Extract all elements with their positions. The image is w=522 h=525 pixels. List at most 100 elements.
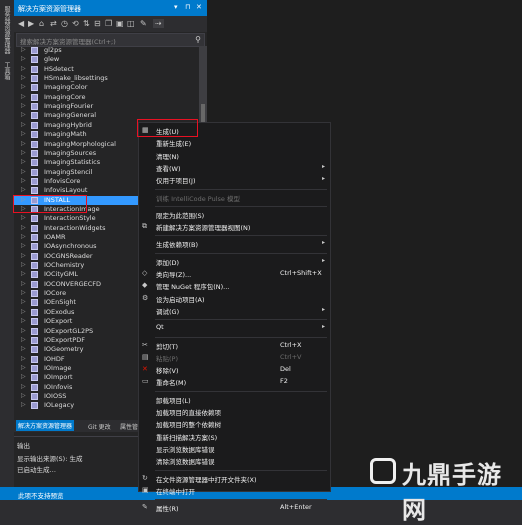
history-icon[interactable]: ◷ — [61, 19, 68, 28]
expand-arrow-icon[interactable]: ▷ — [21, 214, 26, 221]
expand-arrow-icon[interactable]: ▷ — [21, 336, 26, 343]
tree-item[interactable]: ▷ ImagingCore — [14, 93, 199, 102]
switch-view-icon[interactable]: ⇄ — [50, 19, 57, 28]
expand-arrow-icon[interactable]: ▷ — [21, 383, 26, 390]
project-icon — [31, 224, 38, 232]
menu-item-label: 清理(N) — [156, 152, 179, 161]
expand-arrow-icon[interactable]: ▷ — [21, 355, 26, 362]
menu-item[interactable]: ✎ 属性(R) Alt+Enter — [139, 502, 330, 514]
expand-arrow-icon[interactable]: ▷ — [21, 111, 26, 118]
tree-item[interactable]: ▷ HSdetect — [14, 65, 199, 74]
expand-arrow-icon[interactable]: ▷ — [21, 308, 26, 315]
copy-icon[interactable]: ❐ — [105, 19, 112, 28]
expand-arrow-icon[interactable]: ▷ — [21, 158, 26, 165]
menu-item[interactable]: 加载项目的整个依赖树 — [139, 418, 330, 430]
expand-arrow-icon[interactable]: ▷ — [21, 177, 26, 184]
menu-item[interactable]: Qt ▸ — [139, 322, 330, 334]
expand-arrow-icon[interactable]: ▷ — [21, 401, 26, 408]
expand-arrow-icon[interactable]: ▷ — [21, 261, 26, 268]
pin-icon[interactable]: ⊓ — [185, 3, 190, 11]
expand-arrow-icon[interactable]: ▷ — [21, 327, 26, 334]
expand-arrow-icon[interactable]: ▷ — [21, 392, 26, 399]
expand-arrow-icon[interactable]: ▷ — [21, 46, 26, 53]
pending-changes-icon[interactable]: ⇅ — [83, 19, 90, 28]
menu-item[interactable]: 调试(G) ▸ — [139, 305, 330, 317]
tree-item[interactable]: ▷ glew — [14, 55, 199, 64]
expand-arrow-icon[interactable]: ▷ — [21, 83, 26, 90]
project-icon — [31, 215, 38, 223]
expand-arrow-icon[interactable]: ▷ — [21, 168, 26, 175]
menu-item[interactable]: 查看(W) ▸ — [139, 162, 330, 174]
back-icon[interactable]: ◀ — [18, 19, 24, 28]
menu-item[interactable]: 卸载项目(L) — [139, 394, 330, 406]
expand-arrow-icon[interactable]: ▷ — [21, 280, 26, 287]
menu-item[interactable]: 重新生成(E) — [139, 137, 330, 149]
expand-arrow-icon[interactable]: ▷ — [21, 102, 26, 109]
menu-item-label: 新建解决方案资源管理器视图(N) — [156, 224, 251, 233]
tab-git-changes[interactable]: Git 更改 — [88, 422, 111, 431]
tree-item[interactable]: ▷ HSmake_libsettings — [14, 74, 199, 83]
menu-item[interactable]: ◇ 类向导(Z)... Ctrl+Shift+X — [139, 268, 330, 280]
close-icon[interactable]: ✕ — [196, 3, 202, 11]
output-source[interactable]: 显示输出来源(S): 生成 — [17, 453, 82, 463]
tree-item[interactable]: ▷ ImagingColor — [14, 83, 199, 92]
tree-item-label: glew — [44, 55, 60, 64]
collapse-all-icon[interactable]: ⊟ — [94, 19, 101, 28]
properties-wrench-icon[interactable]: ✎ — [140, 19, 147, 28]
menu-item[interactable]: ▭ 重命名(M) F2 — [139, 376, 330, 388]
project-icon — [31, 299, 38, 307]
expand-arrow-icon[interactable]: ▷ — [21, 242, 26, 249]
tree-item[interactable]: ▷ gl2ps — [14, 46, 199, 55]
tab-solution-explorer[interactable]: 解决方案资源管理器 — [16, 420, 75, 431]
dropdown-icon[interactable]: ▾ — [174, 3, 178, 11]
preview-icon[interactable]: ◫ — [127, 19, 135, 28]
expand-arrow-icon[interactable]: ▷ — [21, 130, 26, 137]
menu-item[interactable]: ✕ 移除(V) Del — [139, 364, 330, 376]
show-all-files-icon[interactable]: ▣ — [116, 19, 124, 28]
menu-item[interactable]: 清除浏览数据库错误 — [139, 455, 330, 467]
expand-arrow-icon[interactable]: ▷ — [21, 55, 26, 62]
menu-item[interactable]: ◆ 管理 NuGet 程序包(N)... — [139, 280, 330, 292]
expand-arrow-icon[interactable]: ▷ — [21, 140, 26, 147]
forward-icon[interactable]: ▶ — [28, 19, 34, 28]
menu-item[interactable]: 加载项目的直接依赖项 — [139, 406, 330, 418]
expand-arrow-icon[interactable]: ▷ — [21, 345, 26, 352]
toolbox-tab[interactable]: 工具箱 — [2, 62, 11, 80]
search-icon[interactable]: ⚲ — [195, 35, 201, 44]
menu-item[interactable]: ▣ 在终端中打开 — [139, 485, 330, 497]
project-icon — [31, 140, 38, 148]
sync-icon[interactable]: ⟲ — [72, 19, 79, 28]
expand-arrow-icon[interactable]: ▷ — [21, 233, 26, 240]
expand-arrow-icon[interactable]: ▷ — [21, 373, 26, 380]
menu-separator — [155, 390, 327, 392]
expand-arrow-icon[interactable]: ▷ — [21, 270, 26, 277]
home-icon[interactable]: ⌂ — [39, 19, 44, 28]
menu-item[interactable]: 添加(D) ▸ — [139, 256, 330, 268]
tree-item[interactable]: ▷ ImagingFourier — [14, 102, 199, 111]
expand-arrow-icon[interactable]: ▷ — [21, 364, 26, 371]
menu-item[interactable]: 限定为此范围(S) — [139, 209, 330, 221]
expand-arrow-icon[interactable]: ▷ — [21, 298, 26, 305]
menu-item[interactable]: 仅用于项目(J) ▸ — [139, 174, 330, 186]
preview-selected-icon[interactable]: ⇢ — [153, 19, 164, 28]
expand-arrow-icon[interactable]: ▷ — [21, 121, 26, 128]
menu-item[interactable]: ↻ 在文件资源管理器中打开文件夹(X) — [139, 473, 330, 485]
expand-arrow-icon[interactable]: ▷ — [21, 93, 26, 100]
menu-item[interactable]: 清理(N) — [139, 150, 330, 162]
menu-item[interactable]: 重新扫描解决方案(S) — [139, 431, 330, 443]
expand-arrow-icon[interactable]: ▷ — [21, 252, 26, 259]
menu-item[interactable]: ⚙ 设为启动项目(A) — [139, 293, 330, 305]
server-explorer-tab[interactable]: 服务器资源管理器 — [2, 6, 11, 54]
expand-arrow-icon[interactable]: ▷ — [21, 289, 26, 296]
menu-item[interactable]: ✂ 剪切(T) Ctrl+X — [139, 340, 330, 352]
menu-item[interactable]: 生成依赖项(B) ▸ — [139, 238, 330, 250]
expand-arrow-icon[interactable]: ▷ — [21, 65, 26, 72]
expand-arrow-icon[interactable]: ▷ — [21, 74, 26, 81]
menu-item[interactable]: 显示浏览数据库错误 — [139, 443, 330, 455]
expand-arrow-icon[interactable]: ▷ — [21, 149, 26, 156]
expand-arrow-icon[interactable]: ▷ — [21, 186, 26, 193]
expand-arrow-icon[interactable]: ▷ — [21, 224, 26, 231]
expand-arrow-icon[interactable]: ▷ — [21, 317, 26, 324]
search-box[interactable]: 搜索解决方案资源管理器(Ctrl+;) ⚲ — [16, 33, 205, 47]
menu-item[interactable]: ⧉ 新建解决方案资源管理器视图(N) — [139, 221, 330, 233]
